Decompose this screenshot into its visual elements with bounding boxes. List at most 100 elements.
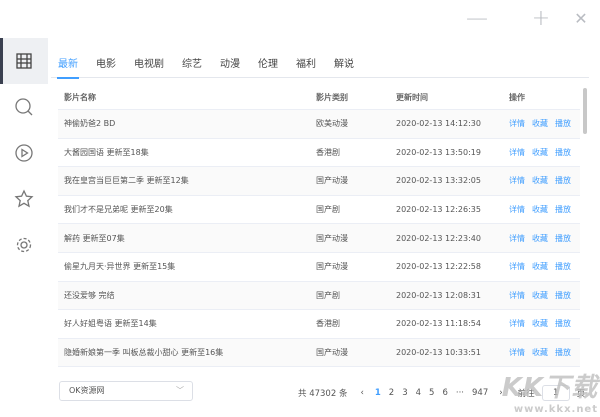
video-category: 香港剧 [316,319,340,329]
favorite-link[interactable]: 收藏 [532,204,548,215]
favorite-link[interactable]: 收藏 [532,261,548,272]
play-link[interactable]: 播放 [555,347,571,358]
detail-link[interactable]: 详情 [509,347,525,358]
sidebar-item-favorites[interactable] [0,176,48,222]
update-time: 2020-02-13 13:50:19 [396,147,481,157]
video-category: 国产动漫 [316,233,348,243]
tab-7[interactable]: 解说 [327,54,365,78]
play-link[interactable]: 播放 [555,204,571,215]
video-category: 国产动漫 [316,262,348,272]
favorite-link[interactable]: 收藏 [532,175,548,186]
table-row[interactable]: 解药 更新至07集 国产动漫 2020-02-13 12:23:40 详情 收藏播… [58,224,580,253]
minimize-button[interactable]: — [466,8,488,30]
sidebar-item-play[interactable] [0,130,48,176]
tab-6[interactable]: 福利 [289,54,327,78]
update-time: 2020-02-13 14:12:30 [396,119,481,129]
header-category: 影片类别 [316,93,348,102]
star-icon [14,189,34,208]
video-name: 神偷奶爸2 BD [64,119,116,129]
detail-link[interactable]: 详情 [509,318,525,329]
tab-4[interactable]: 动漫 [213,54,251,78]
gear-icon [16,237,32,253]
favorite-link[interactable]: 收藏 [532,233,548,244]
sidebar-item-search[interactable] [0,84,48,130]
page-3[interactable]: 3 [402,388,407,398]
play-icon [15,144,33,162]
page-6[interactable]: 6 [442,388,447,398]
table-row[interactable]: 我们才不是兄弟呢 更新至20集 国产剧 2020-02-13 12:26:35 … [58,196,580,225]
page-4[interactable]: 4 [416,388,421,398]
update-time: 2020-02-13 11:18:54 [396,319,481,329]
detail-link[interactable]: 详情 [509,175,525,186]
video-category: 国产剧 [316,290,340,300]
play-link[interactable]: 播放 [555,261,571,272]
header-actions: 操作 [509,93,525,102]
source-select[interactable]: OK资源网 ﹀ [59,381,193,401]
favorite-link[interactable]: 收藏 [532,118,548,129]
video-category: 欧美动漫 [316,119,348,129]
page-1[interactable]: 1 [375,388,381,398]
video-category: 国产动漫 [316,176,348,186]
detail-link[interactable]: 详情 [509,118,525,129]
update-time: 2020-02-13 10:33:51 [396,348,481,358]
film-icon [16,53,32,69]
header-time: 更新时间 [396,93,428,102]
table-row[interactable]: 大酱园国语 更新至18集 香港剧 2020-02-13 13:50:19 详情收… [58,139,580,168]
favorite-link[interactable]: 收藏 [532,318,548,329]
scrollbar[interactable] [583,88,587,134]
table-row[interactable]: 好人好姐粤语 更新至14集 香港剧 2020-02-13 11:18:54 详情… [58,310,580,339]
sidebar-item-settings[interactable] [0,222,48,268]
video-table: 影片名称 影片类别 更新时间 操作 神偷奶爸2 BD 欧美动漫 2020-02-… [58,86,580,368]
tab-5[interactable]: 伦理 [251,54,289,78]
tab-1[interactable]: 电影 [89,54,127,78]
table-row[interactable]: 神偷奶爸2 BD 欧美动漫 2020-02-13 14:12:30 详情 收藏 播放 [58,110,580,139]
update-time: 2020-02-13 12:22:58 [396,262,481,272]
video-name: 我在皇宫当巨巨第二季 更新至12集 [64,176,189,186]
favorite-link[interactable]: 收藏 [532,147,548,158]
video-category: 国产动漫 [316,348,348,358]
detail-link[interactable]: 详情 [509,290,525,301]
source-value: OK资源网 [69,386,105,395]
play-link[interactable]: 播放 [555,290,571,301]
table-row[interactable]: 还没爱够 完结 国产剧 2020-02-13 12:08:31 详情 收藏 播放 [58,281,580,311]
play-link[interactable]: 播放 [555,147,571,158]
detail-link[interactable]: 详情 [509,147,525,158]
maximize-button[interactable]: + [530,8,552,30]
table-row[interactable]: 偷星九月天·异世界 更新至15集 国产动漫 2020-02-13 12:22:5… [58,253,580,282]
detail-link[interactable]: 详情 [509,261,525,272]
page-···[interactable]: ··· [456,388,464,398]
update-time: 2020-02-13 12:26:35 [396,205,481,215]
favorite-link[interactable]: 收藏 [532,290,548,301]
table-header: 影片名称 影片类别 更新时间 操作 [58,86,580,110]
app-window: — + ✕ 最新 电影 电视剧 综艺 动漫 伦理 福利 解说 影片名称 影片类别 更新时间 操… [0,0,600,417]
table-row[interactable]: 我在皇宫当巨巨第二季 更新至12集 国产动漫 2020-02-13 13:32:… [58,167,580,196]
play-link[interactable]: 播放 [555,175,571,186]
page-947[interactable]: 947 [472,388,488,398]
update-time: 2020-02-13 13:32:05 [396,176,481,186]
update-time: 2020-02-13 12:23:40 [396,233,481,243]
sidebar [0,38,48,268]
close-button[interactable]: ✕ [570,8,592,30]
category-tabs: 最新 电影 电视剧 综艺 动漫 伦理 福利 解说 [51,54,589,79]
video-name: 偷星九月天·异世界 更新至15集 [64,262,176,272]
tab-2[interactable]: 电视剧 [127,54,175,78]
video-name: 大酱园国语 更新至18集 [64,147,149,157]
detail-link[interactable]: 详情 [509,204,525,215]
page-2[interactable]: 2 [389,388,394,398]
detail-link[interactable]: 详情 [509,233,525,244]
sidebar-item-film[interactable] [0,38,48,84]
play-link[interactable]: 播放 [555,318,571,329]
table-row[interactable]: 隐婚新娘第一季 叫板总裁小甜心 更新至16集 国产动漫 2020-02-13 1… [58,338,580,368]
play-link[interactable]: 播放 [555,233,571,244]
chevron-down-icon: ﹀ [176,386,184,395]
tab-0[interactable]: 最新 [51,54,89,79]
update-time: 2020-02-13 12:08:31 [396,290,481,300]
total-count: 共 47302 条 [298,389,348,399]
video-category: 国产剧 [316,205,340,215]
play-link[interactable]: 播放 [555,118,571,129]
favorite-link[interactable]: 收藏 [532,347,548,358]
prev-page-button[interactable]: ‹ [360,388,363,398]
watermark-logo: KK下载 www.kkx.net [501,373,598,415]
tab-3[interactable]: 综艺 [175,54,213,78]
page-5[interactable]: 5 [429,388,434,398]
